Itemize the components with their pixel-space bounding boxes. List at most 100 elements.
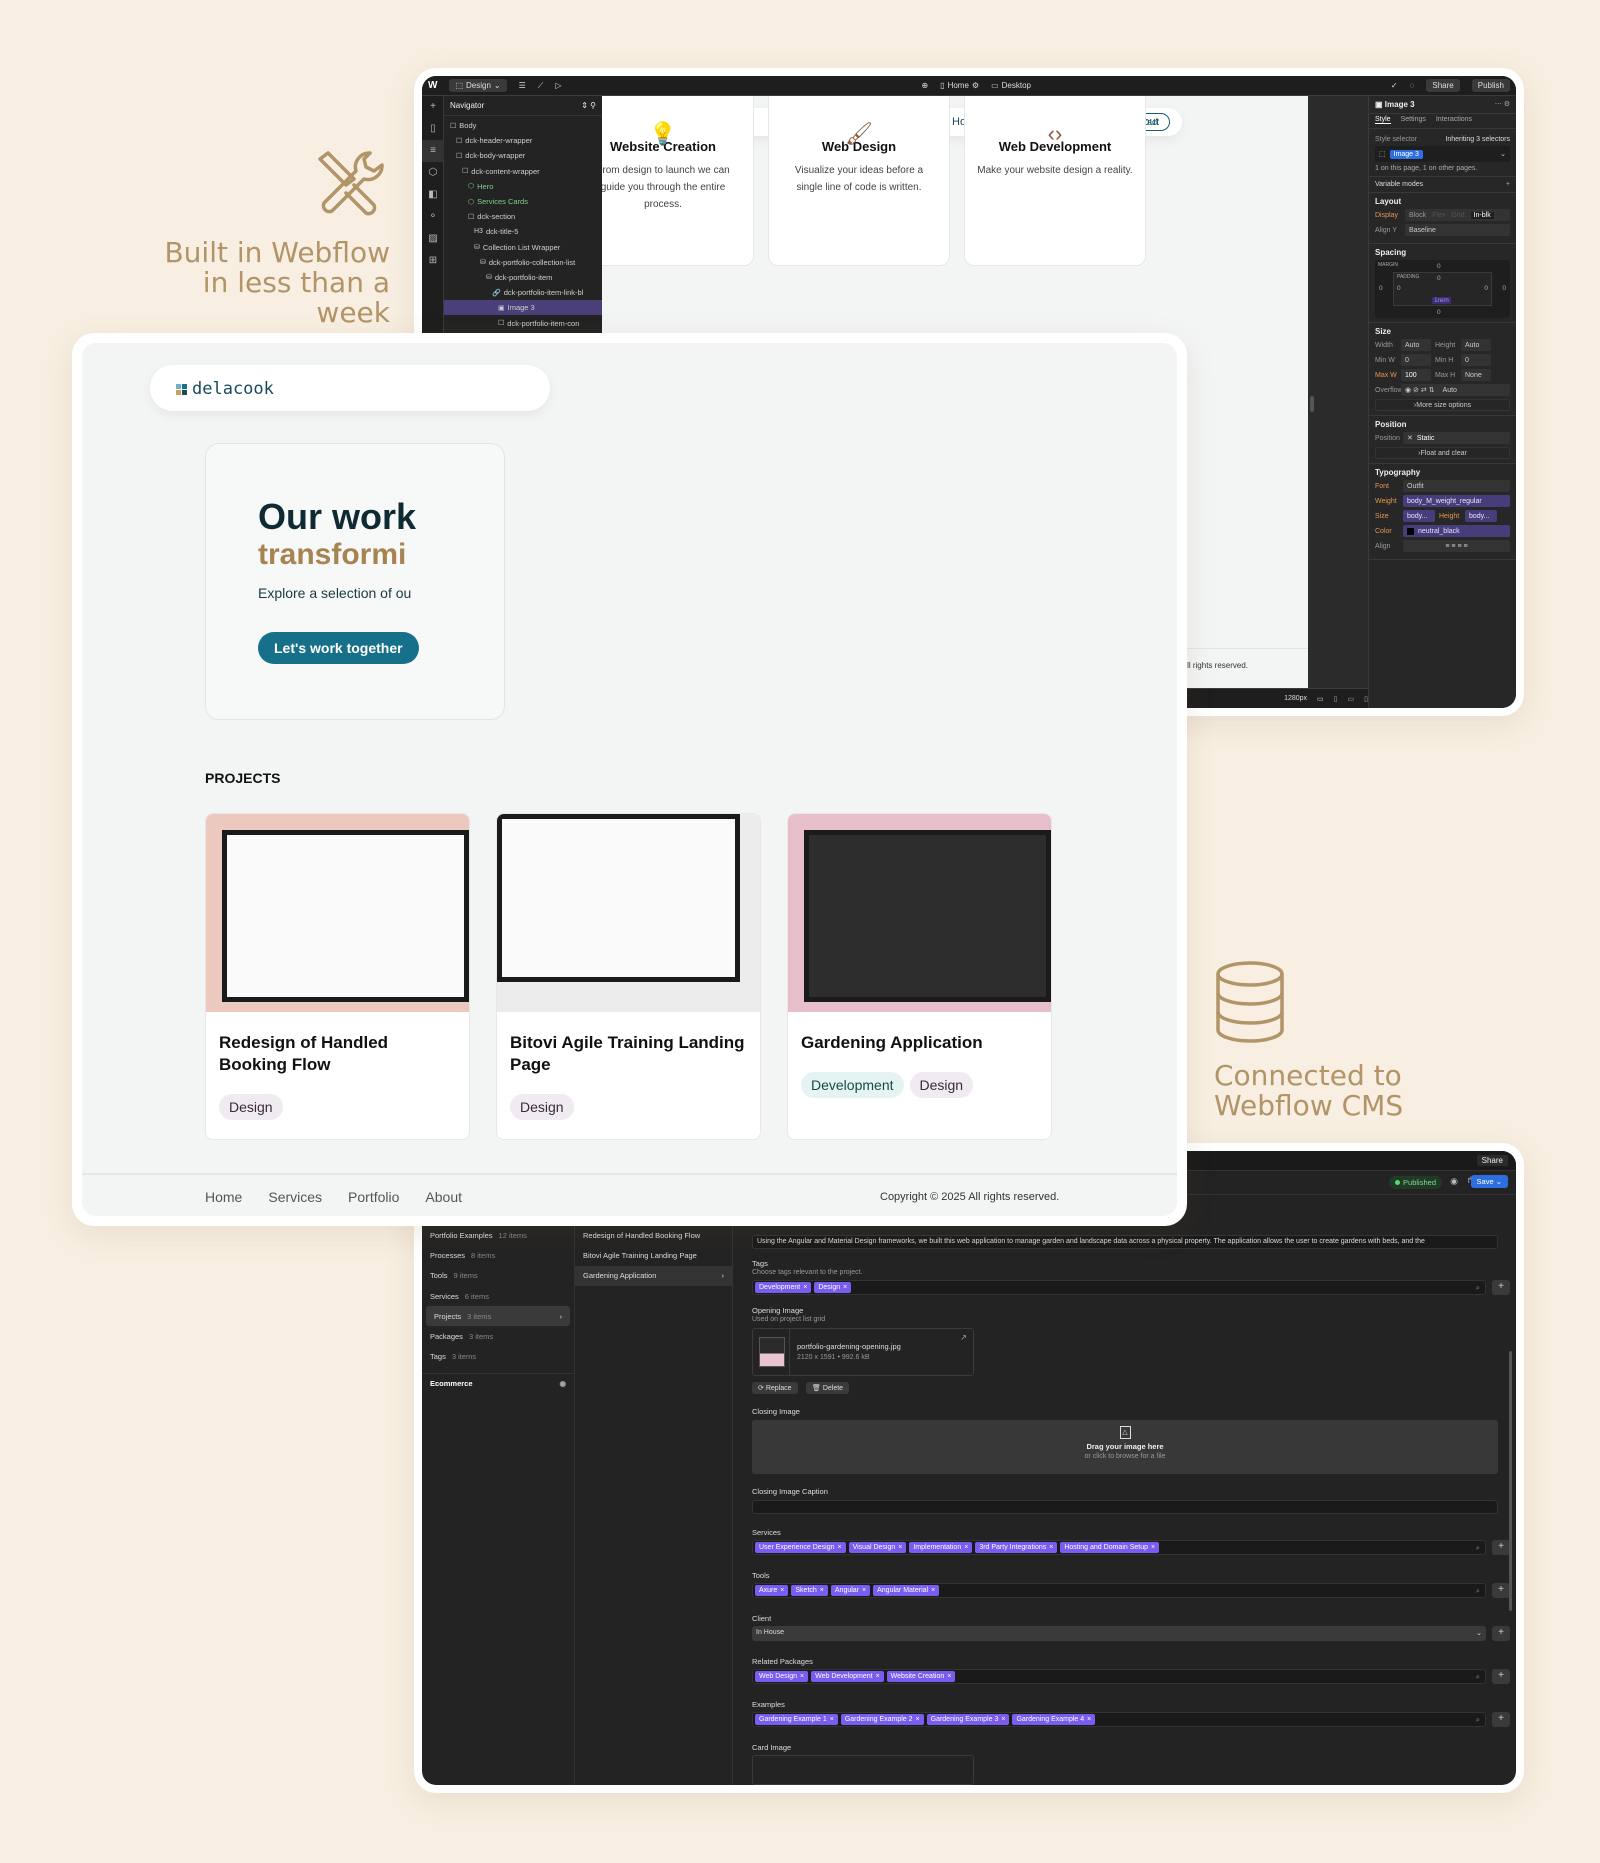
navigator-node[interactable]: ☐ dck-section (444, 209, 602, 224)
max-height-input[interactable]: None (1461, 369, 1491, 381)
tag-chip[interactable]: Gardening Example 4 × (1012, 1714, 1096, 1725)
open-external-icon[interactable]: ↗ (960, 1333, 967, 1342)
add-icon[interactable]: + (422, 96, 444, 118)
navigator-node[interactable]: ☐ Body (444, 118, 602, 133)
pin-icon[interactable]: ⚲ (590, 101, 596, 110)
remove-chip-icon[interactable]: × (898, 1544, 902, 1551)
project-card[interactable]: Gardening Application Development Design (787, 813, 1052, 1140)
analytics-icon[interactable]: ⟋ (538, 81, 544, 91)
variables-icon[interactable]: ◧ (422, 184, 444, 206)
tag-chip[interactable]: Web Development × (811, 1671, 884, 1682)
navigator-node[interactable]: ⬡ Services Cards (444, 194, 602, 209)
display-option[interactable]: In-blk (1470, 211, 1494, 219)
project-card[interactable]: Bitovi Agile Training Landing Page Design (496, 813, 761, 1140)
collection-entry[interactable]: Bitovi Agile Training Landing Page (575, 1245, 732, 1265)
search-icon[interactable]: ⌕ (1476, 1586, 1480, 1596)
share-button[interactable]: Share (1476, 1155, 1508, 1166)
spacing-section-title[interactable]: Spacing (1375, 248, 1510, 257)
margin-right[interactable]: 0 (1502, 285, 1506, 292)
collection-item[interactable]: Tools 9 items (422, 1266, 574, 1286)
remove-chip-icon[interactable]: × (1049, 1544, 1053, 1551)
tag-chip[interactable]: Web Design × (755, 1671, 809, 1682)
padding-bottom[interactable]: 1rem (1432, 297, 1451, 304)
related-packages-add-button[interactable]: + (1492, 1669, 1510, 1684)
position-select[interactable]: ✕ Static (1403, 432, 1510, 444)
tag-chip[interactable]: Angular Material × (873, 1585, 940, 1596)
publish-button[interactable]: Publish (1471, 79, 1510, 92)
height-input[interactable]: Auto (1461, 339, 1491, 351)
pages-icon[interactable]: ▯ (422, 118, 444, 140)
client-add-button[interactable]: + (1492, 1626, 1510, 1641)
apps-icon[interactable]: ⊞ (422, 250, 444, 272)
remove-chip-icon[interactable]: × (803, 1284, 807, 1291)
display-options[interactable]: Block Flex Grid In-blk (1405, 209, 1510, 221)
navigator-node[interactable]: 🔗 dck-portfolio-item-link-bl (444, 285, 602, 300)
tags-field[interactable]: Development × Design × ⌕ (752, 1280, 1486, 1295)
style-tab-settings[interactable]: Settings (1401, 116, 1426, 124)
remove-chip-icon[interactable]: × (843, 1284, 847, 1291)
delete-button[interactable]: 🗑 Delete (806, 1382, 850, 1394)
navigator-node[interactable]: ☐ dck-header-wrapper (444, 133, 602, 148)
search-icon[interactable]: ⌕ (1476, 1715, 1480, 1725)
services-field[interactable]: User Experience Design × Visual Design × Imp… (752, 1540, 1486, 1555)
remove-chip-icon[interactable]: × (820, 1587, 824, 1594)
scrollbar[interactable] (1509, 1351, 1512, 1611)
tag[interactable]: Design (909, 1072, 974, 1098)
ecommerce-section[interactable]: Ecommerce ◉ (422, 1373, 574, 1393)
comments-icon[interactable]: ◌ (1410, 81, 1415, 90)
mobile-landscape-icon[interactable]: ▭ (1348, 695, 1355, 703)
position-section-title[interactable]: Position (1375, 420, 1510, 429)
collection-item[interactable]: Tags 3 items (422, 1347, 574, 1367)
footer-link-home[interactable]: Home (205, 1189, 242, 1205)
service-card[interactable]: 💡 Website Creation From design to launch w… (602, 96, 754, 266)
more-size-options[interactable]: › More size options (1375, 399, 1510, 411)
align-y-select[interactable]: Baseline (1405, 224, 1510, 236)
collection-item[interactable]: Packages 3 items (422, 1326, 574, 1346)
tag-chip[interactable]: Website Creation × (886, 1671, 956, 1682)
desktop-breakpoint-icon[interactable]: ▭ (1317, 695, 1324, 703)
share-button[interactable]: Share (1426, 79, 1460, 92)
tag[interactable]: Development (801, 1072, 904, 1098)
margin-left[interactable]: 0 (1379, 285, 1383, 292)
padding-left[interactable]: 0 (1397, 285, 1401, 292)
examples-add-button[interactable]: + (1492, 1712, 1510, 1727)
overflow-options[interactable]: ◉ ⊘ ⇄ ⇅ Auto (1401, 384, 1510, 396)
footer-link-about[interactable]: About (425, 1189, 462, 1205)
tag-chip[interactable]: Gardening Example 2 × (840, 1714, 924, 1725)
tag-chip[interactable]: Gardening Example 1 × (755, 1714, 838, 1725)
components-icon[interactable]: ⬡ (422, 162, 444, 184)
tag-chip[interactable]: Visual Design × (848, 1542, 907, 1553)
navigator-node[interactable]: ☐ dck-portfolio-item-con (444, 315, 602, 330)
padding-right[interactable]: 0 (1484, 285, 1488, 292)
remove-chip-icon[interactable]: × (931, 1587, 935, 1594)
remove-chip-icon[interactable]: × (780, 1587, 784, 1594)
color-select[interactable]: neutral_black (1403, 525, 1510, 537)
navigator-node[interactable]: ⬡ Hero (444, 179, 602, 194)
margin-top[interactable]: 0 (1437, 263, 1441, 270)
size-section-title[interactable]: Size (1375, 327, 1510, 336)
remove-chip-icon[interactable]: × (1087, 1716, 1091, 1723)
add-icon[interactable]: + (1506, 181, 1510, 188)
min-height-input[interactable]: 0 (1461, 354, 1491, 366)
search-icon[interactable]: ⌕ (1476, 1543, 1480, 1553)
remove-chip-icon[interactable]: × (1151, 1544, 1155, 1551)
selector-chip[interactable]: Image 3 (1389, 149, 1423, 159)
collection-entry[interactable]: Gardening Application › (575, 1265, 732, 1286)
min-width-input[interactable]: 0 (1401, 354, 1431, 366)
save-button[interactable]: Save ⌄ (1470, 1175, 1508, 1188)
navigator-node[interactable]: ▣ Image 3 (444, 300, 602, 316)
navigator-node[interactable]: ⛁ dck-portfolio-collection-list (444, 255, 602, 270)
tag-chip[interactable]: Sketch × (791, 1585, 828, 1596)
eye-icon[interactable]: ◉ (559, 1379, 566, 1388)
remove-chip-icon[interactable]: × (800, 1673, 804, 1680)
globe-icon[interactable]: ⊕ (921, 81, 928, 90)
layout-section-title[interactable]: Layout (1375, 197, 1510, 206)
tag-chip[interactable]: Angular × (830, 1585, 871, 1596)
breakpoint-selector[interactable]: ▭ Desktop (991, 81, 1031, 90)
tags-add-button[interactable]: + (1492, 1280, 1510, 1295)
width-input[interactable]: Auto (1401, 339, 1431, 351)
cms-icon[interactable]: ☰ (519, 81, 526, 90)
remove-chip-icon[interactable]: × (964, 1544, 968, 1551)
padding-top[interactable]: 0 (1437, 275, 1441, 282)
service-card[interactable]: ‹› Web Development Make your website desig… (964, 96, 1146, 266)
